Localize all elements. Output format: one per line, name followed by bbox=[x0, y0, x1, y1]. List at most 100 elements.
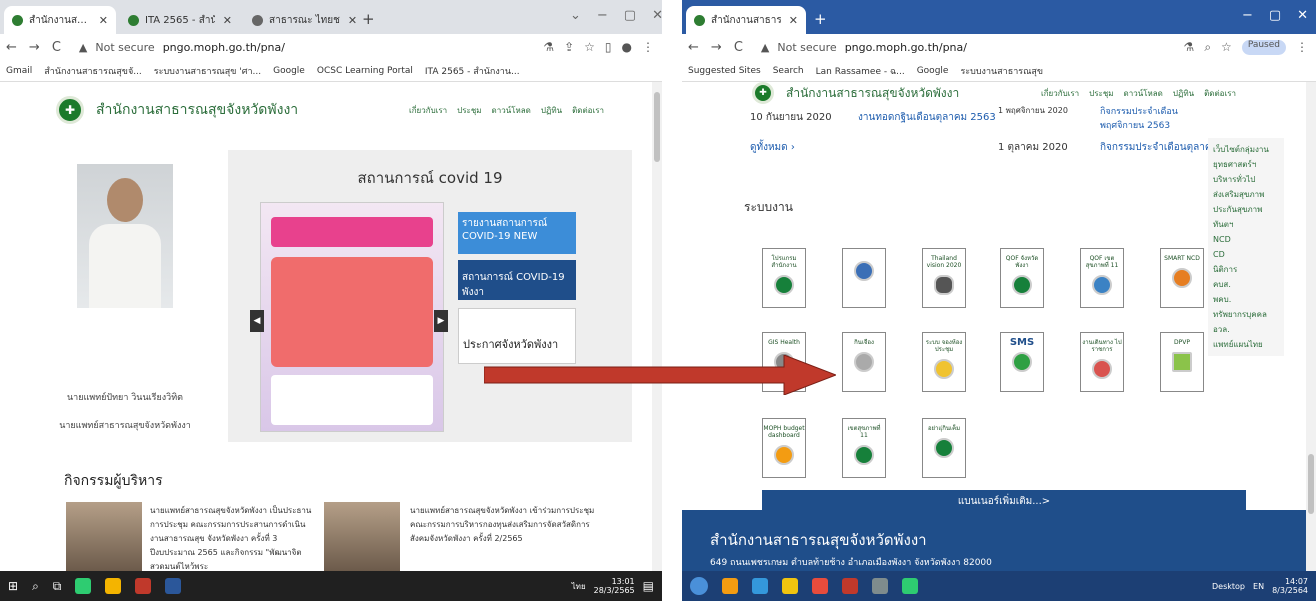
menu-calendar[interactable]: ปฏิทิน bbox=[541, 104, 562, 117]
site-name[interactable]: สำนักงานสาธารณสุขจังหวัดพังงา bbox=[786, 84, 959, 103]
search-icon[interactable]: ⌕ bbox=[32, 579, 39, 594]
tab-third[interactable]: สาธารณะ ไทยช ✕ bbox=[244, 6, 356, 34]
dept-menu-item[interactable]: แพทย์แผนไทย bbox=[1213, 337, 1279, 352]
tile-travel[interactable]: งานเดินทาง ไปราชการ bbox=[1080, 332, 1124, 392]
bookmark-suggested[interactable]: Suggested Sites bbox=[688, 66, 761, 76]
menu-icon[interactable]: ⋮ bbox=[1296, 40, 1308, 55]
paused-profile-button[interactable]: Paused bbox=[1241, 39, 1286, 55]
window-controls[interactable]: −▢✕ bbox=[1242, 8, 1316, 23]
dept-menu-item[interactable]: อวล. bbox=[1213, 322, 1279, 337]
close-tab-icon[interactable]: ✕ bbox=[340, 14, 356, 27]
zoom-icon[interactable]: ⌕ bbox=[1204, 40, 1211, 55]
translate-icon[interactable]: ⚗ bbox=[1184, 40, 1195, 55]
page-scrollbar[interactable] bbox=[1306, 82, 1316, 571]
clock[interactable]: 13:01 28/3/2565 bbox=[594, 577, 635, 595]
language-indicator[interactable]: ไทย bbox=[572, 580, 586, 593]
bookmark-google[interactable]: Google bbox=[917, 66, 949, 76]
moph-logo-icon[interactable]: ✚ bbox=[752, 82, 774, 104]
menu-calendar[interactable]: ปฏิทิน bbox=[1173, 87, 1194, 100]
line-app-icon[interactable] bbox=[75, 578, 92, 594]
menu-icon[interactable]: ⋮ bbox=[642, 40, 654, 54]
scrollbar-thumb[interactable] bbox=[1308, 454, 1314, 514]
notification-icon[interactable]: ▤ bbox=[643, 579, 654, 593]
reload-icon[interactable]: C bbox=[46, 40, 67, 55]
reload-icon[interactable]: C bbox=[728, 40, 749, 55]
menu-download[interactable]: ดาวน์โหลด bbox=[1124, 87, 1163, 100]
dept-menu-item[interactable]: พคบ. bbox=[1213, 292, 1279, 307]
dept-menu-item[interactable]: คบส. bbox=[1213, 277, 1279, 292]
bookmark-search[interactable]: Search bbox=[773, 66, 804, 76]
media-player-icon[interactable] bbox=[722, 578, 738, 594]
window-controls[interactable]: ⌄−▢✕ bbox=[570, 8, 662, 23]
ie-browser-icon[interactable] bbox=[752, 578, 768, 594]
menu-contact[interactable]: ติดต่อเรา bbox=[1204, 87, 1236, 100]
language-indicator[interactable]: EN bbox=[1253, 582, 1264, 591]
share-icon[interactable]: ⇪ bbox=[564, 40, 574, 54]
tile-thailand-vision[interactable]: Thailand vision 2020 bbox=[922, 248, 966, 308]
event-title[interactable]: กิจกรรมประจำเดือนพฤศจิกายน 2563 bbox=[1100, 104, 1200, 132]
dept-menu-item[interactable]: นิติการ bbox=[1213, 262, 1279, 277]
tile-salt[interactable]: อย่าแุ่กินเค็ม bbox=[922, 418, 966, 478]
back-icon[interactable]: ← bbox=[0, 40, 23, 55]
word-app-icon[interactable] bbox=[165, 578, 182, 594]
tile-office-program[interactable]: โปรแกรม สำนักงาน bbox=[762, 248, 806, 308]
url-field[interactable]: ▲ Not secure pngo.moph.go.th/pna/ bbox=[755, 37, 1184, 57]
covid-phangnga-banner[interactable]: สถานการณ์ COVID-19 พังงา bbox=[458, 260, 576, 300]
menu-meeting[interactable]: ประชุม bbox=[457, 104, 481, 117]
tab-pngo[interactable]: สำนักงานสาธารณสุขจังหวัดพังงา ✕ bbox=[686, 6, 806, 34]
tile-smart-ncd[interactable]: SMART NCD bbox=[1160, 248, 1204, 308]
url-field[interactable]: ▲ Not secure pngo.moph.go.th/pna/ bbox=[73, 37, 543, 57]
tile-room-booking[interactable]: ระบบ จองห้องประชุม bbox=[922, 332, 966, 392]
files-app-icon[interactable] bbox=[135, 578, 152, 594]
tile-qof-province[interactable]: QOF จังหวัดพังงา bbox=[1000, 248, 1044, 308]
tile-health-region-11[interactable]: เขตสุขภาพที่ 11 bbox=[842, 418, 886, 478]
forward-icon[interactable]: → bbox=[705, 40, 728, 55]
tile-moph-budget[interactable]: MOPH budget dashboard bbox=[762, 418, 806, 478]
carousel-next-icon[interactable]: ▶ bbox=[434, 310, 448, 332]
close-tab-icon[interactable]: ✕ bbox=[91, 14, 108, 27]
tile-dpvp[interactable]: DPVP bbox=[1160, 332, 1204, 392]
dept-menu-item[interactable]: บริหารทั่วไป bbox=[1213, 172, 1279, 187]
news-image[interactable] bbox=[324, 502, 400, 571]
bookmark-item[interactable]: สำนักงานสาธารณสุขจั... bbox=[44, 64, 142, 78]
forward-icon[interactable]: → bbox=[23, 40, 46, 55]
dept-menu-item[interactable]: ทรัพยากรบุคคล bbox=[1213, 307, 1279, 322]
back-icon[interactable]: ← bbox=[682, 40, 705, 55]
news-text[interactable]: นายแพทย์สาธารณสุขจังหวัดพังงา เป็นประธาน… bbox=[150, 504, 318, 571]
profile-icon[interactable]: ● bbox=[622, 40, 632, 54]
bookmark-ocsc[interactable]: OCSC Learning Portal bbox=[317, 66, 413, 76]
app-icon[interactable] bbox=[872, 578, 888, 594]
line-app-icon[interactable] bbox=[902, 578, 918, 594]
news-image[interactable] bbox=[66, 502, 142, 571]
new-tab-icon[interactable]: + bbox=[814, 10, 827, 28]
menu-about[interactable]: เกี่ยวกับเรา bbox=[1041, 87, 1079, 100]
tab-ita[interactable]: ITA 2565 - สำนักงานสาธารณสุขจังห ✕ bbox=[120, 6, 240, 34]
dept-menu-item[interactable]: ยุทธศาสตร์ฯ bbox=[1213, 157, 1279, 172]
explorer-icon[interactable] bbox=[782, 578, 798, 594]
scrollbar-thumb[interactable] bbox=[654, 92, 660, 162]
menu-meeting[interactable]: ประชุม bbox=[1089, 87, 1113, 100]
star-icon[interactable]: ☆ bbox=[584, 40, 595, 54]
bookmark-item[interactable]: Lan Rassamee - ฉ... bbox=[816, 64, 905, 78]
star-icon[interactable]: ☆ bbox=[1221, 40, 1232, 55]
bookmark-google[interactable]: Google bbox=[273, 66, 305, 76]
close-tab-icon[interactable]: ✕ bbox=[215, 14, 232, 27]
bookmark-gmail[interactable]: Gmail bbox=[6, 66, 32, 76]
menu-download[interactable]: ดาวน์โหลด bbox=[492, 104, 531, 117]
chrome-app-icon[interactable] bbox=[812, 578, 828, 594]
page-scrollbar[interactable] bbox=[652, 82, 662, 571]
bookmark-item[interactable]: ระบบงานสาธารณสุข 'ศา... bbox=[154, 64, 261, 78]
dept-menu-item[interactable]: ทันตฯ bbox=[1213, 217, 1279, 232]
dept-menu-item[interactable]: ประกันสุขภาพ bbox=[1213, 202, 1279, 217]
new-tab-icon[interactable]: + bbox=[362, 10, 375, 28]
chrome-app-icon[interactable] bbox=[105, 578, 122, 594]
close-tab-icon[interactable]: ✕ bbox=[781, 14, 798, 27]
task-view-icon[interactable]: ⧉ bbox=[53, 579, 62, 594]
more-banners-button[interactable]: แบนเนอร์เพิ่มเติม...> bbox=[762, 490, 1246, 512]
event-title[interactable]: งานทอดกฐินเดือนตุลาคม 2563 bbox=[858, 110, 996, 125]
bookmark-item[interactable]: ระบบงานสาธารณสุข bbox=[960, 64, 1043, 78]
tile-food[interactable]: กินเจือง bbox=[842, 332, 886, 392]
translate-icon[interactable]: ⚗ bbox=[543, 40, 554, 54]
tile-sms[interactable]: SMS bbox=[1000, 332, 1044, 392]
carousel-prev-icon[interactable]: ◀ bbox=[250, 310, 264, 332]
